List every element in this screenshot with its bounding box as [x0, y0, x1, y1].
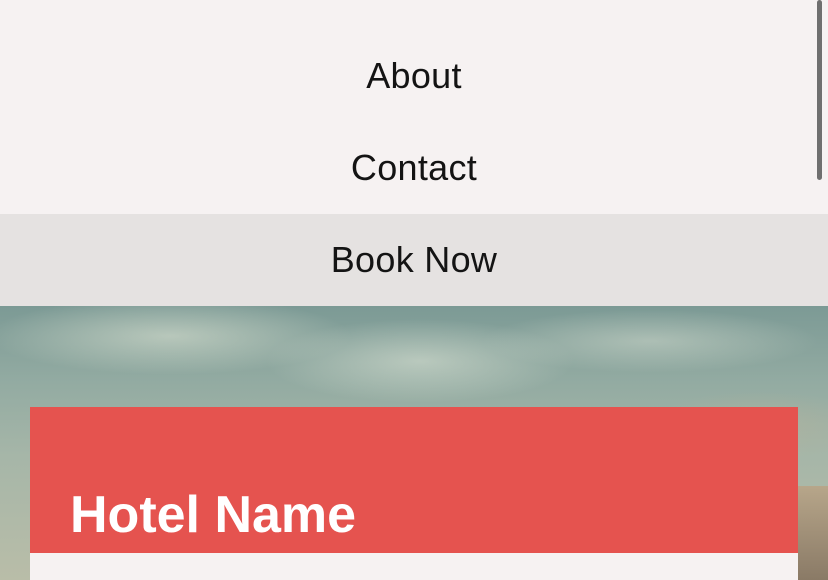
- hotel-card-header: Hotel Name: [30, 407, 798, 553]
- hotel-card: Hotel Name: [30, 407, 798, 580]
- menu-item-contact[interactable]: Contact: [0, 122, 828, 214]
- menu-item-contact-label: Contact: [350, 147, 478, 188]
- menu-item-book-now[interactable]: Book Now: [0, 214, 828, 306]
- menu-scrollbar[interactable]: [817, 0, 822, 180]
- hotel-name-title: Hotel Name: [70, 485, 357, 544]
- hotel-card-body: [30, 553, 798, 580]
- navigation-menu: About Contact Book Now: [0, 0, 828, 306]
- menu-item-about-label: About: [366, 55, 462, 96]
- menu-item-about[interactable]: About: [0, 30, 828, 122]
- menu-item-book-now-label: Book Now: [330, 239, 498, 280]
